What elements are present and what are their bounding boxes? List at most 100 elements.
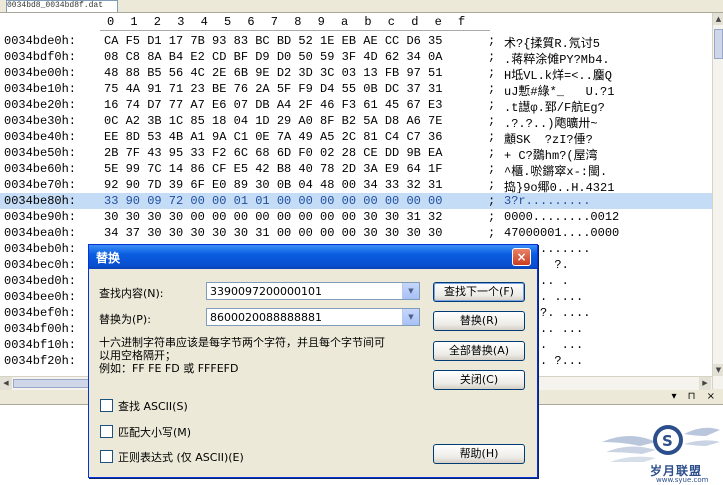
file-tab[interactable]: 0034bd8_0034bd8f.dat	[6, 0, 118, 12]
hex-row[interactable]: 0034bdf0h: 08 C8 8A B4 E2 CD BF D9 D0 50 …	[0, 49, 712, 67]
find-ascii-checkbox[interactable]	[100, 399, 113, 412]
regex-checkbox[interactable]	[100, 450, 113, 463]
ruler-col-0: 0	[107, 15, 115, 29]
hex-row[interactable]: 0034be20h: 16 74 D7 77 A7 E6 07 DB A4 2F …	[0, 97, 712, 115]
row-address: 0034bec0h:	[4, 258, 77, 272]
scroll-down-icon[interactable]: ▼	[713, 364, 723, 376]
hex-row[interactable]: 0034bea0h: 34 37 30 30 30 30 30 31 00 00 …	[0, 225, 712, 241]
hint-line-3: 例如：FF FE FD 或 FFFEFD	[99, 362, 239, 375]
regex-label[interactable]: 正则表达式 (仅 ASCII)(E)	[118, 449, 244, 465]
find-ascii-label[interactable]: 查找 ASCII(S)	[118, 398, 188, 414]
row-address: 0034bf20h:	[4, 354, 77, 368]
row-address: 0034be30h:	[4, 114, 77, 128]
row-address: 0034be50h:	[4, 146, 77, 160]
ruler-col-c: c	[387, 15, 395, 29]
replace-input[interactable]: 8600020088888881 ▼	[206, 308, 420, 326]
row-hex-bytes: EE 8D 53 4B A1 9A C1 0E 7A 49 A5 2C 81 C…	[104, 130, 443, 144]
row-separator: ;	[488, 98, 496, 112]
hex-row[interactable]: 0034bde0h: CA F5 D1 17 7B 93 83 BC BD 52 …	[0, 33, 712, 51]
replace-button[interactable]: 替换(R)	[433, 311, 525, 331]
row-hex-bytes: 48 88 B5 56 4C 2E 6B 9E D2 3D 3C 03 13 F…	[104, 66, 443, 80]
hex-row[interactable]: 0034be50h: 2B 7F 43 95 33 F2 6C 68 6D F0 …	[0, 145, 712, 163]
find-next-button[interactable]: 查找下一个(F)	[433, 282, 525, 302]
hex-row[interactable]: 0034be30h: 0C A2 3B 1C 85 18 04 1D 29 A0 …	[0, 113, 712, 131]
row-address: 0034bde0h:	[4, 34, 77, 48]
row-address: 0034bea0h:	[4, 226, 77, 240]
row-separator: ;	[488, 82, 496, 96]
ruler-col-6: 6	[247, 15, 255, 29]
row-separator: ;	[488, 194, 496, 208]
replace-dialog: 替换 × 查找内容(N): 3390097200000101 ▼ 替换为(P):…	[88, 244, 538, 478]
hex-row[interactable]: 0034be60h: 5E 99 7C 14 86 CF E5 42 B8 40 …	[0, 161, 712, 179]
row-address: 0034bed0h:	[4, 274, 77, 288]
ruler-col-3: 3	[177, 15, 185, 29]
column-ruler: 0 1 2 3 4 5 6 7 8 9 a b c d e f	[0, 15, 712, 30]
hex-row[interactable]: 0034be40h: EE 8D 53 4B A1 9A C1 0E 7A 49 …	[0, 129, 712, 147]
row-hex-bytes: 92 90 7D 39 6F E0 89 30 0B 04 48 00 34 3…	[104, 178, 443, 192]
row-address: 0034bdf0h:	[4, 50, 77, 64]
hex-row[interactable]: 0034be00h: 48 88 B5 56 4C 2E 6B 9E D2 3D …	[0, 65, 712, 83]
scroll-left-icon[interactable]: ◀	[0, 377, 12, 390]
scroll-right-icon[interactable]: ▶	[699, 377, 711, 390]
ruler-col-f: f	[458, 15, 466, 29]
hex-row[interactable]: 0034be70h: 92 90 7D 39 6F E0 89 30 0B 04 …	[0, 177, 712, 195]
row-hex-bytes: 2B 7F 43 95 33 F2 6C 68 6D F0 02 28 CE D…	[104, 146, 443, 160]
scroll-up-icon[interactable]: ▲	[713, 13, 723, 25]
hex-row[interactable]: 0034be90h: 30 30 30 30 00 00 00 00 00 00 …	[0, 209, 712, 225]
replace-label: 替换为(P):	[99, 313, 151, 326]
dialog-title: 替换	[96, 251, 121, 265]
row-address: 0034be20h:	[4, 98, 77, 112]
row-separator: ;	[488, 162, 496, 176]
ruler-col-1: 1	[130, 15, 138, 29]
replace-input-value: 8600020088888881	[210, 311, 322, 324]
row-separator: ;	[488, 130, 496, 144]
row-hex-bytes: 5E 99 7C 14 86 CF E5 42 B8 40 78 2D 3A E…	[104, 162, 443, 176]
vertical-scrollbar[interactable]: ▲ ▼	[712, 13, 723, 389]
find-input[interactable]: 3390097200000101 ▼	[206, 282, 420, 300]
ruler-col-4: 4	[200, 15, 208, 29]
vertical-scroll-thumb[interactable]	[714, 29, 723, 59]
ruler-col-2: 2	[153, 15, 161, 29]
row-separator: ;	[488, 34, 496, 48]
ruler-divider	[100, 30, 490, 31]
match-case-label[interactable]: 匹配大小写(M)	[118, 424, 191, 440]
row-hex-bytes: 33 90 09 72 00 00 01 01 00 00 00 00 00 0…	[104, 194, 443, 208]
row-separator: ;	[488, 50, 496, 64]
match-case-checkbox[interactable]	[100, 425, 113, 438]
replace-all-button[interactable]: 全部替换(A)	[433, 341, 525, 361]
row-separator: ;	[488, 66, 496, 80]
ruler-col-7: 7	[270, 15, 278, 29]
close-button[interactable]: 关闭(C)	[433, 370, 525, 390]
ruler-col-a: a	[341, 15, 349, 29]
row-separator: ;	[488, 226, 496, 240]
find-label: 查找内容(N):	[99, 287, 164, 300]
row-address: 0034be70h:	[4, 178, 77, 192]
ruler-col-8: 8	[294, 15, 302, 29]
row-hex-bytes: 16 74 D7 77 A7 E6 07 DB A4 2F 46 F3 61 4…	[104, 98, 443, 112]
find-input-value: 3390097200000101	[210, 285, 322, 298]
hex-row[interactable]: 0034be80h: 33 90 09 72 00 00 01 01 00 00 …	[0, 193, 712, 209]
ruler-col-5: 5	[224, 15, 232, 29]
find-dropdown-chevron-down-icon[interactable]: ▼	[402, 283, 419, 299]
row-hex-bytes: 0C A2 3B 1C 85 18 04 1D 29 A0 8F B2 5A D…	[104, 114, 443, 128]
row-separator: ;	[488, 146, 496, 160]
row-ascii: 0000........0012	[504, 210, 620, 224]
ruler-col-e: e	[434, 15, 442, 29]
row-address: 0034bf00h:	[4, 322, 77, 336]
row-hex-bytes: CA F5 D1 17 7B 93 83 BC BD 52 1E EB AE C…	[104, 34, 443, 48]
close-icon[interactable]: ×	[512, 248, 531, 266]
hex-row[interactable]: 0034be10h: 75 4A 91 71 23 BE 76 2A 5F F9 …	[0, 81, 712, 99]
row-address: 0034beb0h:	[4, 242, 77, 256]
row-hex-bytes: 30 30 30 30 00 00 00 00 00 00 00 00 30 3…	[104, 210, 443, 224]
panel-controls[interactable]: ▾ ⊓ ×	[671, 391, 719, 402]
replace-dropdown-chevron-down-icon[interactable]: ▼	[402, 309, 419, 325]
row-address: 0034bef0h:	[4, 306, 77, 320]
row-address: 0034bee0h:	[4, 290, 77, 304]
row-address: 0034be40h:	[4, 130, 77, 144]
row-hex-bytes: 08 C8 8A B4 E2 CD BF D9 D0 50 59 3F 4D 6…	[104, 50, 443, 64]
row-address: 0034be00h:	[4, 66, 77, 80]
help-button[interactable]: 帮助(H)	[433, 444, 525, 464]
row-ascii: 3?r.........	[504, 194, 591, 208]
dialog-titlebar[interactable]: 替换 ×	[89, 245, 537, 269]
row-address: 0034be90h:	[4, 210, 77, 224]
